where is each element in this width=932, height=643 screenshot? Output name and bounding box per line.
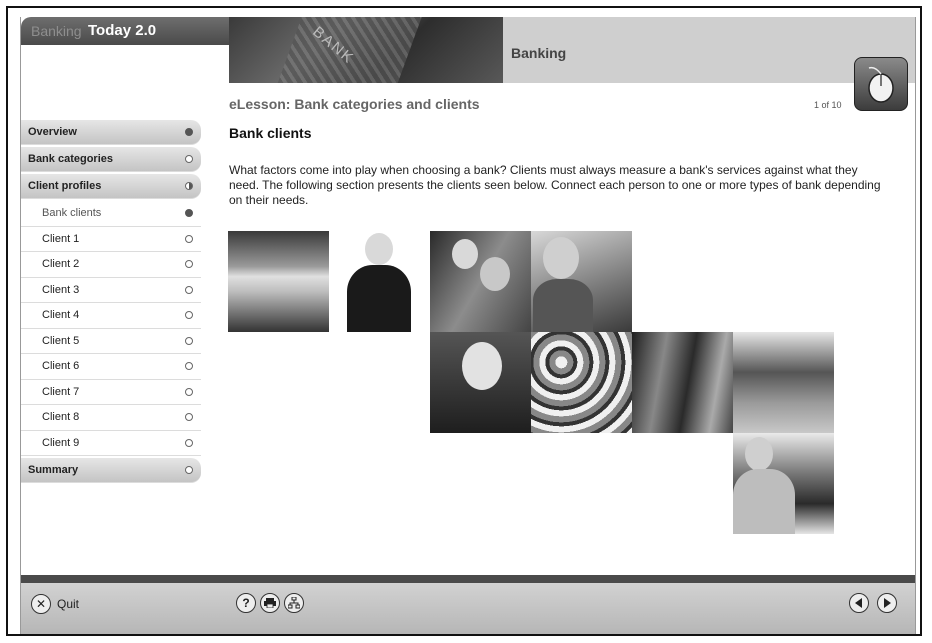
page-counter: 1 of 10	[814, 100, 842, 110]
nav-item-client-1[interactable]: Client 1	[21, 227, 201, 252]
status-dot-icon	[185, 209, 193, 217]
status-dot-icon	[185, 438, 193, 447]
print-icon[interactable]	[260, 593, 280, 613]
status-dot-icon	[185, 336, 193, 345]
quit-button[interactable]: ✕ Quit	[31, 594, 79, 614]
footer-divider	[21, 575, 915, 583]
nav-client-profiles[interactable]: Client profiles	[21, 174, 201, 199]
nav-summary[interactable]: Summary	[21, 458, 201, 483]
nav-overview[interactable]: Overview	[21, 120, 201, 145]
mouse-icon[interactable]	[854, 57, 908, 111]
status-dot-icon	[185, 260, 193, 268]
client-photo-couple[interactable]	[430, 231, 531, 332]
page-navigation	[849, 593, 897, 613]
bank-building-photo[interactable]	[228, 231, 329, 332]
status-dot-icon	[185, 387, 193, 396]
status-dot-icon	[185, 285, 193, 294]
nav-item-client-9[interactable]: Client 9	[21, 431, 201, 456]
status-dot-icon	[185, 234, 193, 243]
tool-buttons: ?	[236, 593, 304, 613]
nav-bank-categories[interactable]: Bank categories	[21, 147, 201, 172]
section-title: Banking	[511, 45, 567, 61]
nav-item-client-4[interactable]: Client 4	[21, 303, 201, 329]
nav-item-client-6[interactable]: Client 6	[21, 354, 201, 380]
status-dot-icon	[185, 413, 193, 421]
nav-item-client-7[interactable]: Client 7	[21, 380, 201, 405]
status-dot-icon	[185, 182, 193, 190]
close-icon: ✕	[31, 594, 51, 614]
sitemap-icon[interactable]	[284, 593, 304, 613]
client-photo-elderly-woman[interactable]	[430, 332, 531, 433]
footer-toolbar: ✕ Quit ?	[21, 583, 915, 634]
quit-label: Quit	[57, 597, 80, 611]
office-building-photo[interactable]	[632, 332, 733, 433]
client-photo-mechanic[interactable]	[733, 433, 834, 534]
lesson-title: eLesson: Bank categories and clients	[229, 96, 480, 112]
nav-item-client-3[interactable]: Client 3	[21, 278, 201, 303]
page-heading: Bank clients	[229, 125, 312, 141]
status-dot-icon	[185, 362, 193, 370]
intro-paragraph: What factors come into play when choosin…	[229, 163, 881, 207]
sidebar-nav: Overview Bank categories Client profiles…	[21, 120, 201, 485]
nav-item-client-5[interactable]: Client 5	[21, 329, 201, 354]
nav-item-client-2[interactable]: Client 2	[21, 252, 201, 278]
banner-image: BANK	[229, 17, 503, 83]
client-photo-young-man[interactable]	[329, 231, 430, 332]
next-icon[interactable]	[877, 593, 897, 613]
brand-bar: Banking Today 2.0	[21, 17, 229, 45]
cupcakes-photo[interactable]	[531, 332, 632, 433]
nav-item-client-8[interactable]: Client 8	[21, 405, 201, 431]
status-dot-icon	[185, 466, 193, 474]
status-dot-icon	[185, 128, 193, 136]
brand-faint: Banking	[31, 23, 82, 39]
nav-item-bank-clients[interactable]: Bank clients	[21, 201, 201, 227]
brand-title: Today 2.0	[88, 22, 157, 39]
bank-plaza-photo[interactable]	[733, 332, 834, 433]
status-dot-icon	[185, 311, 193, 319]
status-dot-icon	[185, 155, 193, 163]
help-icon[interactable]: ?	[236, 593, 256, 613]
client-photo-businessman[interactable]	[531, 231, 632, 332]
prev-icon[interactable]	[849, 593, 869, 613]
elearning-app: Banking Today 2.0 BANK Banking eLesson: …	[20, 17, 916, 634]
